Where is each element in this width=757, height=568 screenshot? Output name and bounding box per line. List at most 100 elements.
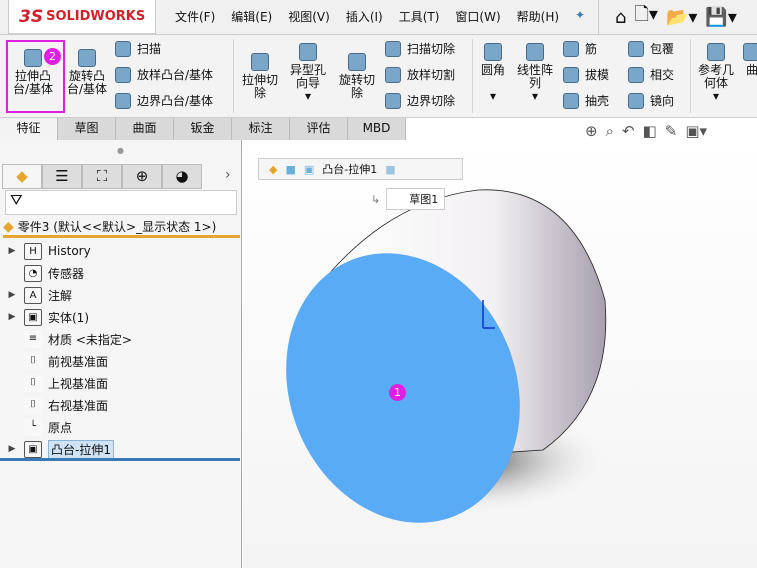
tree-item-right-plane[interactable]: ⌷ 右视基准面 (0, 394, 240, 416)
part-icon[interactable]: ◆ (269, 163, 277, 176)
rib-label: 筋 (585, 42, 598, 56)
expand-arrow-icon[interactable]: ▶ (0, 246, 24, 256)
curves-button[interactable]: 曲 (742, 43, 757, 77)
dropdown-arrow-icon[interactable]: ▾ (490, 89, 496, 103)
zoom-to-fit-icon[interactable]: ⊕ (585, 122, 598, 140)
dropdown-arrow-icon[interactable]: ▾ (713, 89, 719, 103)
sweep-button[interactable]: 扫描 (115, 40, 161, 57)
reference-geometry-button[interactable]: 参考几 何体 ▾ (694, 43, 738, 103)
home-icon[interactable]: ⌂ (615, 7, 626, 28)
step-badge-1: 1 (389, 384, 406, 401)
tree-item-material[interactable]: ≡ 材质 <未指定> (0, 328, 240, 350)
sweep-cut-button[interactable]: 扫描切除 (385, 40, 455, 57)
wrap-icon (628, 40, 644, 57)
tree-item-front-plane[interactable]: ⌷ 前视基准面 (0, 350, 240, 372)
boundary-cut-button[interactable]: 边界切除 (385, 92, 455, 109)
menu-file[interactable]: 文件(F) (175, 8, 215, 25)
sketch-arrow-icon: ↳ (371, 192, 381, 206)
tree-item-solid-bodies[interactable]: ▶ ▣ 实体(1) (0, 306, 240, 328)
plane-icon: ⌷ (24, 352, 42, 370)
menu-window[interactable]: 窗口(W) (455, 8, 500, 25)
sketch-breadcrumb[interactable]: ↳ 草图1 (371, 188, 446, 210)
tab-features[interactable]: 特征 (0, 118, 58, 140)
loft-button[interactable]: 放样凸台/基体 (115, 66, 213, 83)
revolve-cut-button[interactable]: 旋转切 除 (334, 53, 380, 100)
loft-cut-button[interactable]: 放样切割 (385, 66, 455, 83)
linear-pattern-button[interactable]: 线性阵 列 ▾ (513, 43, 557, 103)
extrude-cut-label: 拉伸切 除 (241, 73, 278, 100)
tab-surfaces[interactable]: 曲面 (116, 118, 174, 140)
menu-tools[interactable]: 工具(T) (399, 8, 440, 25)
step-badge-2: 2 (44, 48, 61, 65)
shell-label: 抽壳 (585, 94, 610, 108)
section-view-icon[interactable]: ◧ (643, 122, 657, 140)
expand-arrow-icon[interactable]: ▶ (0, 290, 24, 300)
menu-help[interactable]: 帮助(H) (517, 8, 559, 25)
menu-bar: 文件(F) 编辑(E) 视图(V) 插入(I) 工具(T) 窗口(W) 帮助(H… (175, 8, 601, 25)
tree-item-history[interactable]: ▶ H History (0, 240, 240, 262)
intersect-button[interactable]: 相交 (628, 66, 674, 83)
curves-icon (743, 43, 757, 61)
tree-item-boss-extrude1[interactable]: ▶ ▣ 凸台-拉伸1 (0, 438, 240, 460)
tree-item-annotations[interactable]: ▶ A 注解 (0, 284, 240, 306)
menu-edit[interactable]: 编辑(E) (231, 8, 272, 25)
shell-button[interactable]: 抽壳 (563, 92, 609, 109)
dropdown-arrow-icon[interactable]: ▾ (532, 89, 538, 103)
loft-icon (115, 66, 131, 83)
chevron-right-icon[interactable]: › (225, 167, 231, 183)
rib-button[interactable]: 筋 (563, 40, 597, 57)
feature-manager-tab-icon[interactable]: ◆ (2, 164, 42, 189)
tab-mbd[interactable]: MBD (348, 118, 406, 140)
display-manager-tab-icon[interactable]: ◕ (162, 164, 202, 189)
graphics-area[interactable]: 1 ◆ ■ ▣ 凸台-拉伸1 ■ ↳ 草图1 (243, 140, 757, 568)
dynamic-annotation-icon[interactable]: ✎ (665, 122, 678, 140)
part-name: 零件3 (默认<<默认>_显示状态 1>) (17, 220, 217, 234)
breadcrumb-feature[interactable]: 凸台-拉伸1 (322, 161, 377, 177)
command-manager-tabs: 特征 草图 曲面 钣金 标注 评估 MBD (0, 118, 406, 140)
dimxpert-tab-icon[interactable]: ⊕ (122, 164, 162, 189)
divider (0, 458, 240, 461)
extrude-feature-icon[interactable]: ▣ (304, 163, 314, 176)
face-icon[interactable]: ■ (385, 163, 395, 176)
zoom-area-icon[interactable]: ⌕ (606, 122, 614, 140)
extrude-cut-icon (251, 53, 269, 71)
pin-icon[interactable]: ✦ (575, 8, 585, 25)
revolve-cut-icon (348, 53, 366, 71)
hole-wizard-button[interactable]: 异型孔 向导 ▾ (286, 43, 330, 103)
open-icon[interactable]: 📂▾ (666, 7, 697, 28)
fillet-button[interactable]: 圆角 ▾ (478, 43, 508, 103)
tab-evaluate[interactable]: 评估 (290, 118, 348, 140)
draft-button[interactable]: 拔模 (563, 66, 609, 83)
wrap-button[interactable]: 包覆 (628, 40, 674, 57)
tree-root-part[interactable]: ◆ 零件3 (默认<<默认>_显示状态 1>) (3, 218, 240, 238)
view-orientation-icon[interactable]: ▣▾ (685, 122, 707, 140)
tab-sheet-metal[interactable]: 钣金 (174, 118, 232, 140)
menu-view[interactable]: 视图(V) (288, 8, 330, 25)
save-icon[interactable]: 💾▾ (705, 7, 736, 28)
mirror-button[interactable]: 镜向 (628, 92, 674, 109)
expand-arrow-icon[interactable]: ▶ (0, 312, 24, 322)
solidworks-logo[interactable]: 3S SOLIDWORKS (8, 0, 156, 34)
boundary-boss-button[interactable]: 边界凸台/基体 (115, 92, 213, 109)
menu-insert[interactable]: 插入(I) (346, 8, 383, 25)
revolve-boss-label: 旋转凸 台/基体 (66, 69, 108, 96)
logo-text: SOLIDWORKS (46, 9, 146, 24)
expand-arrow-icon[interactable]: ▶ (0, 444, 24, 454)
new-document-icon[interactable]: 🗋▾ (634, 2, 658, 32)
tab-markup[interactable]: 标注 (232, 118, 290, 140)
tab-sketch[interactable]: 草图 (58, 118, 116, 140)
previous-view-icon[interactable]: ↶ (622, 122, 635, 140)
tree-item-top-plane[interactable]: ⌷ 上视基准面 (0, 372, 240, 394)
revolve-boss-button[interactable]: 旋转凸 台/基体 (65, 49, 109, 96)
splitter-handle[interactable]: ● (117, 146, 124, 155)
tree-item-sensors[interactable]: ◔ 传感器 (0, 262, 240, 284)
extrude-cut-button[interactable]: 拉伸切 除 (238, 53, 282, 100)
sketch-label[interactable]: 草图1 (386, 188, 446, 210)
body-icon[interactable]: ■ (285, 163, 295, 176)
feature-tree: ▶ H History ◔ 传感器 ▶ A 注解 ▶ ▣ 实体(1) ≡ 材质 <未指定> ⌷ 前… (0, 240, 240, 460)
property-manager-tab-icon[interactable]: ☰ (42, 164, 82, 189)
dropdown-arrow-icon[interactable]: ▾ (305, 89, 311, 103)
tree-item-origin[interactable]: └ 原点 (0, 416, 240, 438)
filter-input[interactable]: ⛛ (5, 190, 237, 215)
configuration-manager-tab-icon[interactable]: ⛶ (82, 164, 122, 189)
